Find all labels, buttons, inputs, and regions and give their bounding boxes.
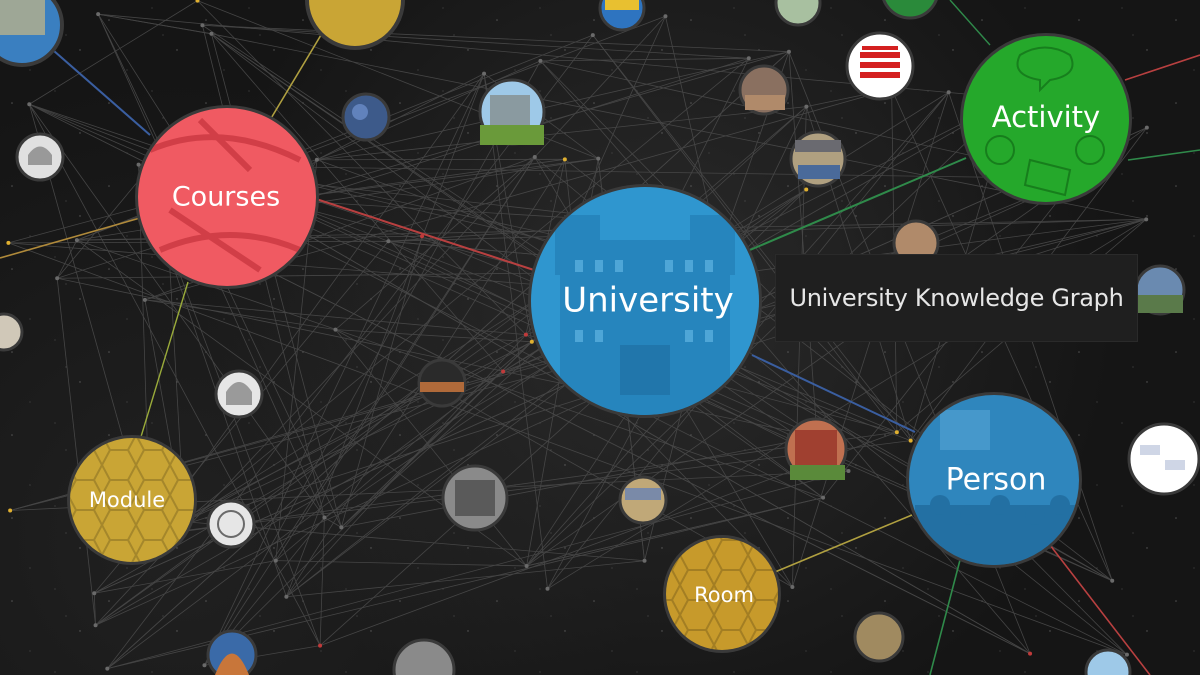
graph-title: University Knowledge Graph: [789, 284, 1124, 312]
node-activity[interactable]: Activity: [960, 33, 1132, 205]
thumb-node[interactable]: [598, 0, 646, 32]
node-module-label: Module: [89, 488, 165, 512]
thumb-node[interactable]: [784, 417, 848, 481]
thumb-node[interactable]: [214, 369, 264, 419]
thumb-node[interactable]: [206, 629, 258, 675]
thumb-node[interactable]: [1127, 422, 1200, 496]
thumb-node[interactable]: [738, 64, 790, 116]
thumb-node[interactable]: [845, 31, 915, 101]
node-university-label: University: [562, 281, 734, 321]
thumb-node[interactable]: [789, 130, 847, 188]
thumb-node[interactable]: [15, 132, 65, 182]
thumb-node[interactable]: [417, 358, 467, 408]
thumb-node[interactable]: [0, 312, 24, 352]
graph-canvas: University Courses Activity Person Modul…: [0, 0, 1200, 675]
thumb-node[interactable]: [1134, 264, 1186, 316]
node-activity-label: Activity: [992, 100, 1100, 134]
thumb-node[interactable]: [206, 499, 256, 549]
thumb-node[interactable]: [441, 464, 509, 532]
title-box: University Knowledge Graph: [775, 254, 1138, 342]
node-courses[interactable]: Courses: [135, 105, 319, 289]
thumb-node[interactable]: [853, 611, 905, 663]
node-courses-label: Courses: [172, 182, 280, 213]
node-room-label: Room: [694, 583, 754, 607]
thumb-node[interactable]: [341, 92, 391, 142]
thumb-node[interactable]: [618, 475, 668, 525]
thumb-node[interactable]: [478, 78, 546, 146]
node-person-label: Person: [946, 463, 1047, 498]
